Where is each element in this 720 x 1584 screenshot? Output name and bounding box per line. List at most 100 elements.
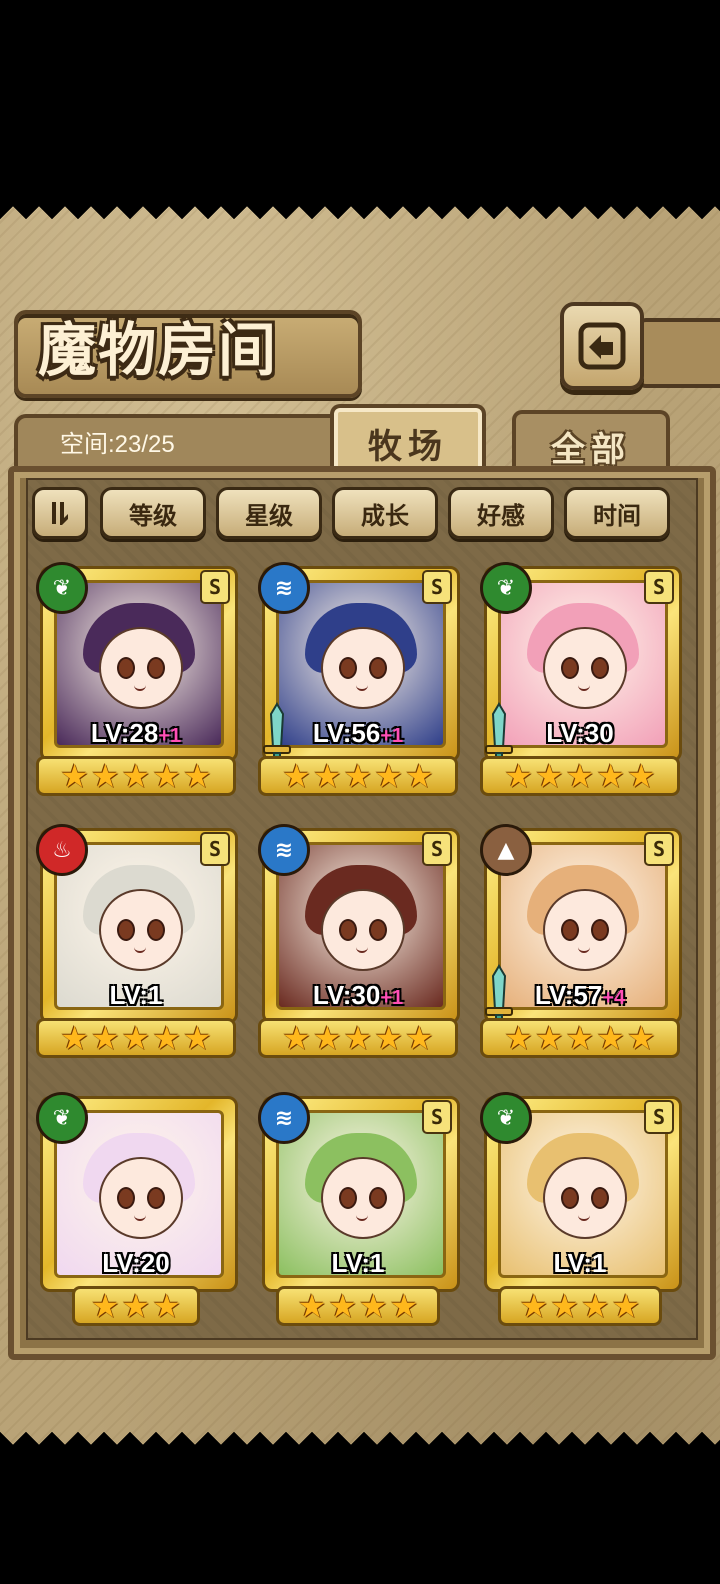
star-icon: ★ — [152, 1287, 182, 1325]
sort-affection-button[interactable]: 好感 — [448, 487, 554, 539]
level-label: LV:1 — [480, 1248, 680, 1279]
eye — [369, 657, 387, 679]
sort-growth-button[interactable]: 成长 — [332, 487, 438, 539]
rarity-badge: S — [644, 832, 674, 866]
star-icon: ★ — [596, 1019, 626, 1057]
star-icon: ★ — [405, 757, 434, 795]
level-plus: +1 — [380, 725, 404, 747]
star-icon: ★ — [596, 757, 626, 795]
mouth — [134, 945, 146, 953]
star-icon: ★ — [504, 757, 533, 795]
monster-card[interactable]: ❦ LV:20 ★ ★ ★ — [36, 1092, 238, 1328]
portrait-face — [99, 1157, 183, 1239]
star-icon: ★ — [90, 1287, 120, 1325]
eye — [369, 919, 387, 941]
eye — [117, 1187, 135, 1209]
rarity-badge: S — [422, 1100, 452, 1134]
star-icon: ★ — [519, 1287, 549, 1325]
level-label: LV:30 — [480, 718, 680, 749]
star-icon: ★ — [504, 1019, 533, 1057]
star-icon: ★ — [297, 1287, 327, 1325]
level-value: LV:1 — [109, 980, 163, 1010]
star-icon: ★ — [359, 1287, 388, 1325]
eye — [561, 919, 579, 941]
space-count: 空间:23/25 — [60, 431, 175, 458]
level-label: LV:1 — [36, 980, 236, 1011]
star-rating: ★ ★ ★ ★ — [498, 1286, 662, 1326]
portrait-face — [99, 889, 183, 971]
star-icon: ★ — [627, 757, 656, 795]
star-icon: ★ — [183, 757, 212, 795]
monster-card[interactable]: ❦ S LV:1 ★ ★ ★ ★ — [480, 1092, 682, 1328]
star-icon: ★ — [60, 757, 89, 795]
star-icon: ★ — [183, 1019, 212, 1057]
eye — [561, 657, 579, 679]
rarity-badge: S — [422, 832, 452, 866]
eye — [369, 1187, 387, 1209]
mouth — [356, 945, 368, 953]
eye — [147, 919, 165, 941]
level-value: LV:20 — [102, 1248, 170, 1278]
star-rating: ★ ★ ★ ★ ★ — [480, 756, 680, 796]
eye — [591, 1187, 609, 1209]
water-icon: ≋ — [258, 562, 310, 614]
level-label: LV:56+1 — [258, 718, 458, 749]
monster-card[interactable]: ▲ S LV:57+4 ★ ★ ★ ★ ★ — [480, 824, 682, 1060]
star-icon: ★ — [581, 1287, 610, 1325]
monster-card[interactable]: ≋ S LV:1 ★ ★ ★ ★ — [258, 1092, 460, 1328]
water-icon: ≋ — [258, 824, 310, 876]
level-label: LV:57+4 — [480, 980, 680, 1011]
sort-time-button[interactable]: 时间 — [564, 487, 670, 539]
level-value: LV:1 — [331, 1248, 385, 1278]
sort-order-toggle[interactable] — [32, 487, 88, 539]
rarity-badge: S — [200, 570, 230, 604]
star-icon: ★ — [534, 1019, 564, 1057]
star-rating: ★ ★ ★ ★ ★ — [258, 1018, 458, 1058]
sort-order-icon — [52, 502, 68, 525]
level-plus: +1 — [380, 987, 404, 1009]
star-icon: ★ — [611, 1287, 641, 1325]
star-icon: ★ — [534, 757, 564, 795]
star-rating: ★ ★ ★ — [72, 1286, 200, 1326]
level-label: LV:28+1 — [36, 718, 236, 749]
eye — [339, 657, 357, 679]
monster-card[interactable]: ❦ S LV:28+1 ★ ★ ★ ★ ★ — [36, 562, 238, 798]
star-icon: ★ — [374, 1019, 404, 1057]
monster-card[interactable]: ❦ S LV:30 ★ ★ ★ ★ ★ — [480, 562, 682, 798]
monster-card[interactable]: ≋ S LV:30+1 ★ ★ ★ ★ ★ — [258, 824, 460, 1060]
torn-edge-top — [0, 193, 720, 219]
water-icon: ≋ — [258, 1092, 310, 1144]
page-title: 魔物房间 — [38, 316, 279, 384]
star-icon: ★ — [90, 1019, 120, 1057]
level-plus: +4 — [602, 987, 626, 1009]
star-icon: ★ — [389, 1287, 419, 1325]
star-icon: ★ — [121, 1287, 151, 1325]
mouth — [134, 1213, 146, 1221]
back-button[interactable] — [560, 302, 644, 390]
back-arrow-icon — [578, 322, 626, 370]
monster-card[interactable]: ≋ S LV:56+1 ★ ★ ★ ★ ★ — [258, 562, 460, 798]
eye — [591, 657, 609, 679]
star-icon: ★ — [343, 757, 373, 795]
sort-star-button[interactable]: 星级 — [216, 487, 322, 539]
star-icon: ★ — [60, 1019, 89, 1057]
star-icon: ★ — [312, 757, 342, 795]
monster-card[interactable]: ♨ S LV:1 ★ ★ ★ ★ ★ — [36, 824, 238, 1060]
star-icon: ★ — [121, 757, 151, 795]
star-icon: ★ — [565, 1019, 595, 1057]
eye — [117, 657, 135, 679]
star-icon: ★ — [152, 757, 182, 795]
torn-edge-bottom — [0, 1432, 720, 1458]
level-label: LV:20 — [36, 1248, 236, 1279]
wood-icon: ❦ — [36, 1092, 88, 1144]
level-value: LV:30 — [312, 980, 381, 1010]
portrait-face — [321, 627, 405, 709]
level-value: LV:1 — [553, 1248, 607, 1278]
portrait-face — [543, 1157, 627, 1239]
mouth — [134, 683, 146, 691]
level-plus: +1 — [158, 725, 182, 747]
sort-level-button[interactable]: 等级 — [100, 487, 206, 539]
mouth — [578, 1213, 590, 1221]
back-bar — [636, 318, 720, 388]
star-icon: ★ — [282, 1019, 311, 1057]
